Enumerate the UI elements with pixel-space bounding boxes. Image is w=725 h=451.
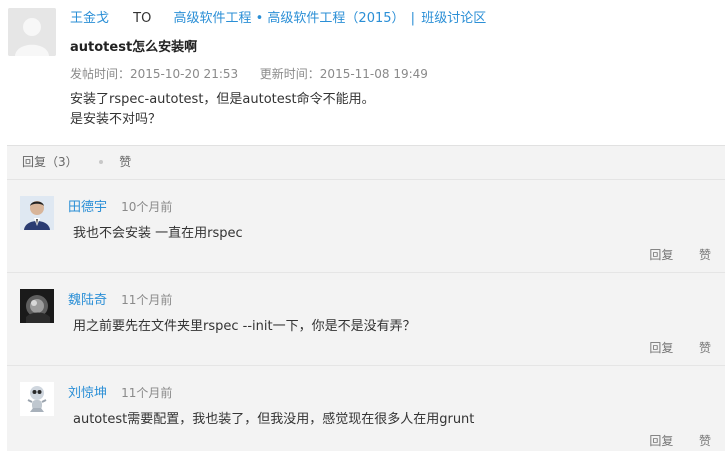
reply-header: 田德宇 10个月前 <box>68 196 172 215</box>
reply-time: 10个月前 <box>121 200 173 214</box>
post-body: 王金戈 TO 高级软件工程 • 高级软件工程（2015） | 班级讨论区 aut… <box>70 8 713 130</box>
replies-panel: 回复（3） 赞 田德宇 10个月前 我也不会安装 一直在用rspec 回复 赞 … <box>7 145 725 451</box>
like-button[interactable]: 赞 <box>699 341 711 355</box>
reply-time: 11个月前 <box>121 386 173 400</box>
dark-photo-icon[interactable] <box>20 289 54 323</box>
post-meta: 发帖时间：2015-10-20 21:53 更新时间：2015-11-08 19… <box>70 65 713 82</box>
reply-item: 魏陆奇 11个月前 用之前要先在文件夹里rspec --init一下，你是不是没… <box>7 273 725 366</box>
reply-text: autotest需要配置，我也装了，但我没用，感觉现在很多人在用grunt <box>73 412 475 427</box>
robot-avatar-icon[interactable] <box>20 382 54 416</box>
reply-actions: 回复 赞 <box>649 339 711 356</box>
post-content: 安装了rspec-autotest，但是autotest命令不能用。 是安装不对… <box>70 90 713 130</box>
post-content-line: 安装了rspec-autotest，但是autotest命令不能用。 <box>70 92 375 107</box>
board-link[interactable]: 班级讨论区 <box>421 11 486 26</box>
like-tab[interactable]: 赞 <box>119 155 131 169</box>
reply-actions: 回复 赞 <box>649 246 711 263</box>
reply-header: 刘惊坤 11个月前 <box>68 382 172 401</box>
reply-actions: 回复 赞 <box>649 432 711 449</box>
post-title: autotest怎么安装啊 <box>70 40 198 55</box>
reply-author-link[interactable]: 田德宇 <box>68 200 107 215</box>
reply-text: 用之前要先在文件夹里rspec --init一下，你是不是没有弄？ <box>73 319 416 334</box>
like-button[interactable]: 赞 <box>699 248 711 262</box>
reply-button[interactable]: 回复 <box>649 248 673 262</box>
person-photo-icon[interactable] <box>20 196 54 230</box>
reply-author-link[interactable]: 魏陆奇 <box>68 293 107 308</box>
main-post: 王金戈 TO 高级软件工程 • 高级软件工程（2015） | 班级讨论区 aut… <box>0 0 725 145</box>
posted-time: 发帖时间：2015-10-20 21:53 <box>70 67 239 81</box>
tab-dot-separator <box>99 159 104 164</box>
reply-button[interactable]: 回复 <box>649 434 673 448</box>
reply-header: 魏陆奇 11个月前 <box>68 289 172 308</box>
reply-time: 11个月前 <box>121 293 173 307</box>
header-separator: | <box>410 11 416 26</box>
replies-tab[interactable]: 回复（3） <box>22 155 78 169</box>
updated-time: 更新时间：2015-11-08 19:49 <box>259 67 428 81</box>
like-button[interactable]: 赞 <box>699 434 711 448</box>
course-link[interactable]: 高级软件工程 • 高级软件工程（2015） <box>173 11 404 26</box>
reply-item: 田德宇 10个月前 我也不会安装 一直在用rspec 回复 赞 <box>7 180 725 273</box>
discussion-page: 王金戈 TO 高级软件工程 • 高级软件工程（2015） | 班级讨论区 aut… <box>0 0 725 451</box>
post-content-line: 是安装不对吗？ <box>70 112 162 127</box>
to-label: TO <box>133 11 152 26</box>
default-avatar-icon[interactable] <box>8 8 56 56</box>
post-header: 王金戈 TO 高级软件工程 • 高级软件工程（2015） | 班级讨论区 <box>70 8 713 30</box>
reply-button[interactable]: 回复 <box>649 341 673 355</box>
post-author-link[interactable]: 王金戈 <box>70 11 109 26</box>
reply-author-link[interactable]: 刘惊坤 <box>68 386 107 401</box>
reply-text: 我也不会安装 一直在用rspec <box>73 226 243 241</box>
reply-item: 刘惊坤 11个月前 autotest需要配置，我也装了，但我没用，感觉现在很多人… <box>7 366 725 451</box>
reply-tabs: 回复（3） 赞 <box>7 146 725 180</box>
